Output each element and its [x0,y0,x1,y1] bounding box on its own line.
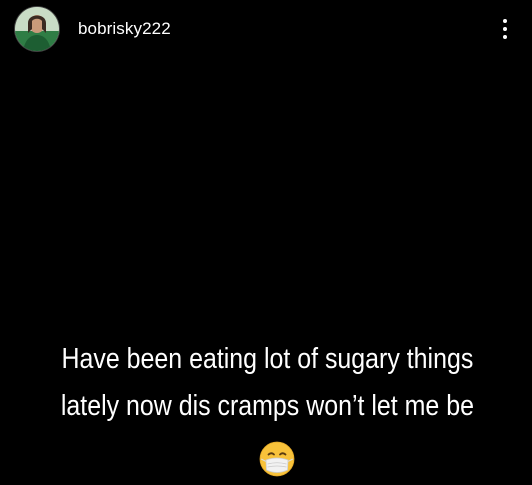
more-vertical-icon [503,27,507,31]
story-caption: Have been eating lot of sugary things la… [39,336,497,430]
username[interactable]: bobrisky222 [78,18,171,40]
more-vertical-icon [503,19,507,23]
caption-line: lately now dis cramps won’t let me be [60,390,474,422]
more-vertical-icon [503,35,507,39]
story-header: bobrisky222 [0,0,532,60]
medical-mask-face-icon [259,441,295,477]
caption-line: Have been eating lot of sugary things [61,343,474,375]
more-options-button[interactable] [490,12,520,46]
avatar[interactable] [15,7,59,51]
story-view: bobrisky222 Have been eating lot of suga… [0,0,532,485]
avatar-photo [15,7,59,51]
